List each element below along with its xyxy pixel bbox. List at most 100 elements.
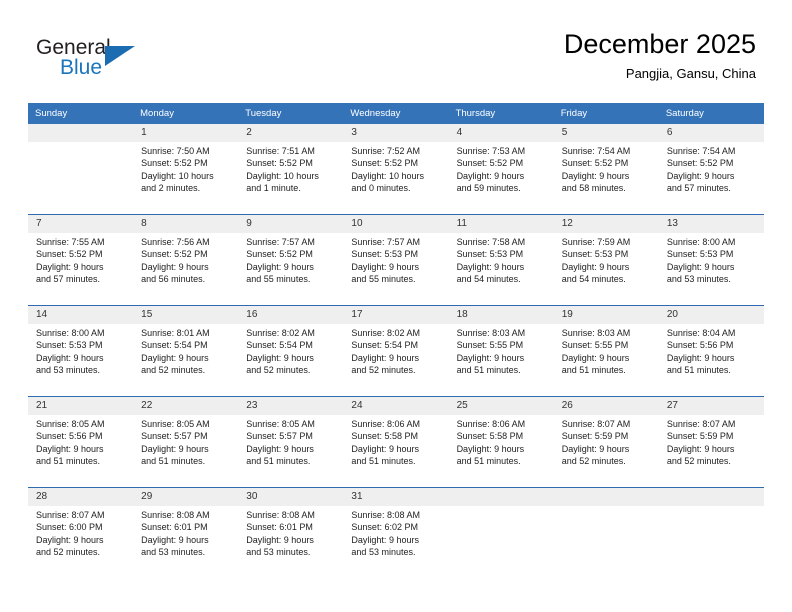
- day-detail-sunset: Sunset: 5:52 PM: [666, 158, 734, 169]
- weekday-header-row: Sunday Monday Tuesday Wednesday Thursday…: [28, 103, 764, 124]
- day-detail-daylight-1: Daylight: 9 hours: [36, 261, 104, 272]
- day-detail-daylight-2: and 51 minutes.: [456, 365, 521, 376]
- day-cell-inner: 8 Sunrise: 7:56 AM Sunset: 5:52 PM Daylight…: [133, 215, 239, 305]
- calendar-day-cell[interactable]: 28 Sunrise: 8:07 AM Sunset: 6:00 PM Dayligh…: [28, 487, 134, 578]
- day-detail-daylight-2: and 52 minutes.: [561, 456, 626, 467]
- day-detail-sunset: Sunset: 5:53 PM: [666, 249, 734, 260]
- calendar-day-cell[interactable]: 29 Sunrise: 8:08 AM Sunset: 6:01 PM Dayligh…: [133, 487, 239, 578]
- day-details: Sunrise: 8:01 AM Sunset: 5:54 PM Daylight:…: [133, 324, 238, 377]
- day-number: 25: [448, 397, 554, 415]
- calendar-day-cell[interactable]: 3 Sunrise: 7:52 AM Sunset: 5:52 PM Daylight…: [343, 124, 449, 215]
- calendar-day-cell[interactable]: 9 Sunrise: 7:57 AM Sunset: 5:52 PM Daylight…: [238, 214, 344, 306]
- day-cell-inner: 1 Sunrise: 7:50 AM Sunset: 5:52 PM Daylight…: [133, 124, 239, 214]
- calendar-day-cell[interactable]: 23 Sunrise: 8:05 AM Sunset: 5:57 PM Dayligh…: [238, 396, 344, 488]
- day-detail-sunrise: Sunrise: 8:02 AM: [246, 328, 315, 338]
- day-details: Sunrise: 8:08 AM Sunset: 6:01 PM Daylight:…: [238, 506, 343, 559]
- day-details: Sunrise: 8:00 AM Sunset: 5:53 PM Daylight:…: [659, 233, 764, 286]
- calendar-day-cell[interactable]: 6 Sunrise: 7:54 AM Sunset: 5:52 PM Daylight…: [658, 124, 764, 215]
- day-detail-sunset: Sunset: 6:01 PM: [246, 522, 313, 533]
- day-details: Sunrise: 8:08 AM Sunset: 6:01 PM Daylight:…: [133, 506, 238, 559]
- day-number: 13: [658, 215, 764, 233]
- day-details: Sunrise: 8:05 AM Sunset: 5:57 PM Daylight:…: [133, 415, 238, 468]
- day-detail-sunset: Sunset: 6:00 PM: [36, 522, 103, 533]
- calendar-day-cell[interactable]: 31 Sunrise: 8:08 AM Sunset: 6:02 PM Dayligh…: [343, 487, 449, 578]
- day-number: 21: [28, 397, 134, 415]
- calendar-week-row: 14 Sunrise: 8:00 AM Sunset: 5:53 PM Dayligh…: [28, 305, 764, 397]
- calendar-day-cell[interactable]: 17 Sunrise: 8:02 AM Sunset: 5:54 PM Dayligh…: [343, 305, 449, 397]
- day-number: 10: [343, 215, 449, 233]
- day-detail-sunrise: Sunrise: 8:08 AM: [351, 510, 420, 520]
- day-detail-sunrise: Sunrise: 8:08 AM: [141, 510, 210, 520]
- day-cell-inner: 23 Sunrise: 8:05 AM Sunset: 5:57 PM Dayligh…: [238, 397, 344, 487]
- calendar-day-cell[interactable]: 12 Sunrise: 7:59 AM Sunset: 5:53 PM Dayligh…: [553, 214, 659, 306]
- calendar-day-cell[interactable]: 22 Sunrise: 8:05 AM Sunset: 5:57 PM Dayligh…: [133, 396, 239, 488]
- day-detail-sunrise: Sunrise: 7:58 AM: [456, 237, 526, 247]
- day-detail-daylight-2: and 57 minutes.: [36, 274, 101, 285]
- calendar-day-cell[interactable]: 5 Sunrise: 7:54 AM Sunset: 5:52 PM Daylight…: [553, 124, 659, 215]
- day-cell-inner: 26 Sunrise: 8:07 AM Sunset: 5:59 PM Dayligh…: [553, 397, 659, 487]
- calendar-day-cell[interactable]: 18 Sunrise: 8:03 AM Sunset: 5:55 PM Dayligh…: [448, 305, 554, 397]
- calendar-day-cell[interactable]: 10 Sunrise: 7:57 AM Sunset: 5:53 PM Dayligh…: [343, 214, 449, 306]
- day-detail-daylight-2: and 53 minutes.: [246, 547, 311, 558]
- calendar-day-cell[interactable]: 16 Sunrise: 8:02 AM Sunset: 5:54 PM Dayligh…: [238, 305, 344, 397]
- day-detail-daylight-1: Daylight: 9 hours: [351, 352, 419, 363]
- day-detail-sunset: Sunset: 5:52 PM: [246, 158, 313, 169]
- calendar-day-cell[interactable]: 2 Sunrise: 7:51 AM Sunset: 5:52 PM Daylight…: [238, 124, 344, 215]
- calendar-day-cell[interactable]: 13 Sunrise: 8:00 AM Sunset: 5:53 PM Dayligh…: [658, 214, 764, 306]
- calendar-day-cell[interactable]: 24 Sunrise: 8:06 AM Sunset: 5:58 PM Dayligh…: [343, 396, 449, 488]
- day-detail-daylight-2: and 51 minutes.: [561, 365, 626, 376]
- day-cell-inner: 3 Sunrise: 7:52 AM Sunset: 5:52 PM Daylight…: [343, 124, 449, 214]
- calendar-day-cell[interactable]: 27 Sunrise: 8:07 AM Sunset: 5:59 PM Dayligh…: [658, 396, 764, 488]
- calendar-day-cell[interactable]: 7 Sunrise: 7:55 AM Sunset: 5:52 PM Daylight…: [28, 214, 134, 306]
- calendar-day-cell[interactable]: 14 Sunrise: 8:00 AM Sunset: 5:53 PM Dayligh…: [28, 305, 134, 397]
- weekday-header-thursday: Thursday: [448, 103, 554, 124]
- day-number: 8: [133, 215, 239, 233]
- calendar-day-cell: [553, 487, 659, 578]
- day-details: [449, 506, 554, 509]
- day-number: 1: [133, 124, 239, 142]
- calendar-day-cell[interactable]: 1 Sunrise: 7:50 AM Sunset: 5:52 PM Daylight…: [133, 124, 239, 215]
- calendar-day-cell[interactable]: 30 Sunrise: 8:08 AM Sunset: 6:01 PM Dayligh…: [238, 487, 344, 578]
- day-number: [28, 124, 134, 142]
- day-detail-daylight-1: Daylight: 9 hours: [351, 261, 419, 272]
- calendar-day-cell[interactable]: 4 Sunrise: 7:53 AM Sunset: 5:52 PM Daylight…: [448, 124, 554, 215]
- day-number: 29: [133, 488, 239, 506]
- calendar-day-cell[interactable]: 25 Sunrise: 8:06 AM Sunset: 5:58 PM Dayligh…: [448, 396, 554, 488]
- calendar-day-cell[interactable]: 19 Sunrise: 8:03 AM Sunset: 5:55 PM Dayligh…: [553, 305, 659, 397]
- day-cell-inner: 30 Sunrise: 8:08 AM Sunset: 6:01 PM Dayligh…: [238, 488, 344, 578]
- calendar-day-cell[interactable]: 20 Sunrise: 8:04 AM Sunset: 5:56 PM Dayligh…: [658, 305, 764, 397]
- general-blue-logo[interactable]: General Blue: [36, 36, 176, 86]
- day-details: [28, 142, 133, 145]
- day-details: Sunrise: 8:00 AM Sunset: 5:53 PM Daylight:…: [28, 324, 133, 377]
- day-detail-daylight-2: and 51 minutes.: [141, 456, 206, 467]
- day-cell-inner: 20 Sunrise: 8:04 AM Sunset: 5:56 PM Dayligh…: [658, 306, 764, 396]
- day-number: 16: [238, 306, 344, 324]
- calendar-day-cell[interactable]: 26 Sunrise: 8:07 AM Sunset: 5:59 PM Dayligh…: [553, 396, 659, 488]
- weekday-header-tuesday: Tuesday: [238, 103, 344, 124]
- calendar-day-cell: [28, 124, 134, 215]
- day-number: 20: [658, 306, 764, 324]
- day-detail-daylight-1: Daylight: 9 hours: [36, 534, 104, 545]
- day-details: Sunrise: 8:05 AM Sunset: 5:56 PM Daylight:…: [28, 415, 133, 468]
- day-detail-daylight-1: Daylight: 10 hours: [351, 170, 424, 181]
- day-cell-inner: 17 Sunrise: 8:02 AM Sunset: 5:54 PM Dayligh…: [343, 306, 449, 396]
- calendar-table: Sunday Monday Tuesday Wednesday Thursday…: [28, 103, 764, 578]
- day-detail-sunrise: Sunrise: 8:00 AM: [666, 237, 736, 247]
- day-detail-daylight-1: Daylight: 9 hours: [351, 534, 419, 545]
- day-details: [554, 506, 659, 509]
- day-details: Sunrise: 8:07 AM Sunset: 6:00 PM Daylight:…: [28, 506, 133, 559]
- day-cell-inner: 14 Sunrise: 8:00 AM Sunset: 5:53 PM Dayligh…: [28, 306, 134, 396]
- day-details: Sunrise: 7:52 AM Sunset: 5:52 PM Daylight:…: [343, 142, 448, 195]
- day-cell-inner: 11 Sunrise: 7:58 AM Sunset: 5:53 PM Dayligh…: [448, 215, 554, 305]
- day-number: 9: [238, 215, 344, 233]
- calendar-day-cell[interactable]: 8 Sunrise: 7:56 AM Sunset: 5:52 PM Daylight…: [133, 214, 239, 306]
- day-detail-daylight-1: Daylight: 9 hours: [246, 443, 314, 454]
- calendar-day-cell[interactable]: 11 Sunrise: 7:58 AM Sunset: 5:53 PM Dayligh…: [448, 214, 554, 306]
- day-detail-daylight-2: and 52 minutes.: [666, 456, 731, 467]
- calendar-day-cell[interactable]: 21 Sunrise: 8:05 AM Sunset: 5:56 PM Dayligh…: [28, 396, 134, 488]
- day-detail-sunrise: Sunrise: 7:54 AM: [666, 146, 736, 156]
- day-cell-inner: 24 Sunrise: 8:06 AM Sunset: 5:58 PM Dayligh…: [343, 397, 449, 487]
- calendar-day-cell[interactable]: 15 Sunrise: 8:01 AM Sunset: 5:54 PM Dayligh…: [133, 305, 239, 397]
- day-detail-sunset: Sunset: 5:56 PM: [666, 340, 734, 351]
- page-header: General Blue December 2025 Pangjia, Gans…: [0, 0, 792, 103]
